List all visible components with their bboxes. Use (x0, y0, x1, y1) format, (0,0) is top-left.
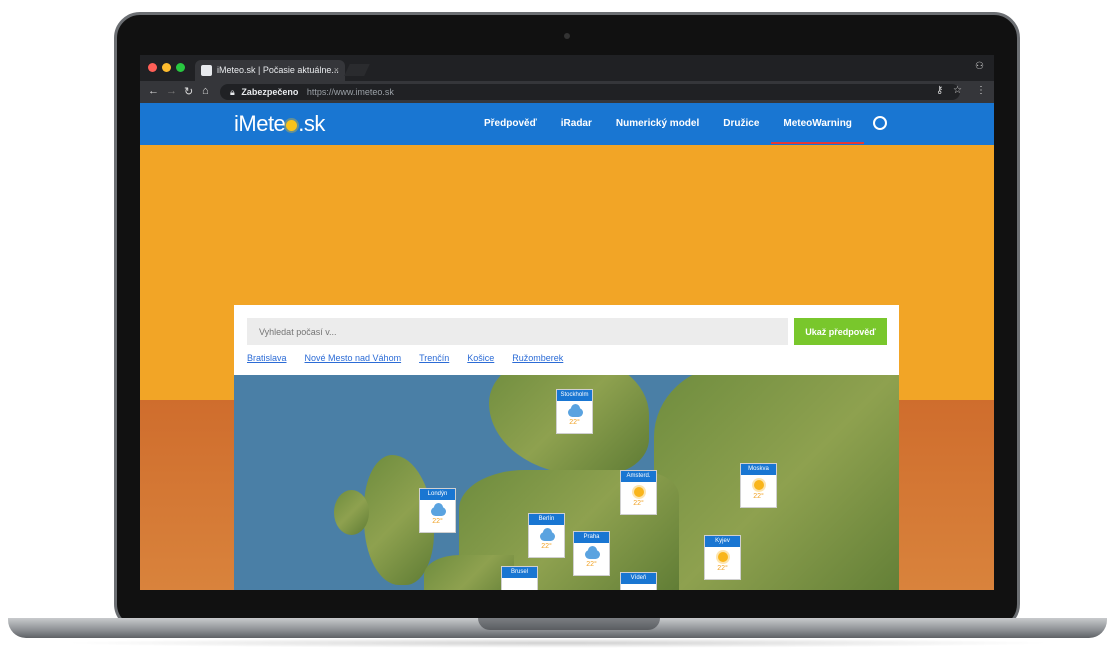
map-land-ireland (334, 490, 369, 535)
user-account-icon[interactable] (873, 116, 887, 130)
browser-tab[interactable]: iMeteo.sk | Počasie aktuálne... × (195, 60, 345, 81)
secure-label: Zabezpečeno (241, 87, 299, 97)
tab-close-icon[interactable]: × (334, 60, 339, 81)
home-icon[interactable]: ⌂ (202, 85, 209, 97)
city-temp: 22° (753, 493, 764, 500)
city-card-londyn[interactable]: Londýn 22° (419, 488, 456, 533)
city-card-moskva[interactable]: Moskva 22° (740, 463, 777, 508)
quick-link-nove-mesto[interactable]: Nové Mesto nad Váhom (305, 353, 402, 363)
forward-arrow-icon[interactable]: → (166, 85, 177, 97)
incognito-icon: ⚇ (975, 61, 984, 72)
city-name: Amsterd. (621, 471, 656, 482)
city-name: Vídeň (621, 573, 656, 584)
city-card-amsterdam[interactable]: Amsterd. 22° (620, 470, 657, 515)
sun-icon (631, 485, 647, 499)
city-card-viden[interactable]: Vídeň (620, 572, 657, 590)
window-maximize-dot[interactable] (176, 63, 185, 72)
reload-icon[interactable]: ↻ (184, 85, 193, 98)
city-card-kyjev[interactable]: Kyjev 22° (704, 535, 741, 580)
laptop-camera (564, 33, 570, 39)
location-search-input[interactable] (247, 318, 788, 345)
logo-text-right: .sk (298, 111, 325, 136)
main-nav: Předpověď iRadar Numerický model Družice… (472, 103, 864, 145)
city-temp: 22° (586, 561, 597, 568)
nav-numericky-model[interactable]: Numerický model (604, 103, 711, 145)
favicon-icon (201, 65, 212, 76)
city-temp: 22° (432, 518, 443, 525)
browser-toolbar: ← → ↻ ⌂ 🔒︎ Zabezpečeno https://www.imete… (140, 81, 994, 103)
city-name: Praha (574, 532, 609, 543)
nav-meteowarning[interactable]: MeteoWarning (771, 103, 864, 145)
laptop-base-notch (478, 618, 660, 630)
logo-text-left: iMete (234, 111, 286, 136)
nav-predpoved[interactable]: Předpověď (472, 103, 549, 145)
cloud-icon (567, 404, 583, 418)
city-name: Moskva (741, 464, 776, 475)
city-name: Kyjev (705, 536, 740, 547)
window-minimize-dot[interactable] (162, 63, 171, 72)
address-bar[interactable]: 🔒︎ Zabezpečeno https://www.imeteo.sk (220, 84, 960, 100)
quick-link-trencin[interactable]: Trenčín (419, 353, 449, 363)
key-icon[interactable]: ⚷ (936, 85, 943, 96)
hero-section: Ukaž předpověď Bratislava Nové Mesto nad… (140, 145, 994, 590)
cloud-icon (430, 503, 446, 517)
weather-map[interactable]: Stockholm 22° Londýn 22° Amsterd. 22° Mo… (234, 375, 899, 590)
laptop-shadow (60, 638, 1055, 648)
tab-title: iMeteo.sk | Počasie aktuálne... (217, 65, 339, 75)
quick-links: Bratislava Nové Mesto nad Váhom Trenčín … (247, 353, 581, 363)
city-name: Londýn (420, 489, 455, 500)
show-forecast-button[interactable]: Ukaž předpověď (794, 318, 887, 345)
city-card-brusel[interactable]: Brusel (501, 566, 538, 590)
city-card-berlin[interactable]: Berlín 22° (528, 513, 565, 558)
browser-tab-bar: iMeteo.sk | Počasie aktuálne... × ⚇ (140, 55, 994, 81)
city-temp: 22° (717, 565, 728, 572)
site-header: iMete .sk Předpověď iRadar Numerický mode… (140, 103, 994, 145)
search-card: Ukaž předpověď Bratislava Nové Mesto nad… (234, 305, 899, 375)
quick-link-kosice[interactable]: Košice (467, 353, 494, 363)
cloud-icon (584, 546, 600, 560)
quick-link-bratislava[interactable]: Bratislava (247, 353, 287, 363)
city-temp: 22° (569, 419, 580, 426)
star-icon[interactable]: ☆ (953, 85, 962, 96)
cloud-icon (539, 528, 555, 542)
site-logo[interactable]: iMete .sk (234, 111, 325, 137)
lock-icon: 🔒︎ (230, 87, 235, 97)
laptop-screen: iMeteo.sk | Počasie aktuálne... × ⚇ ← → … (140, 55, 994, 590)
city-card-stockholm[interactable]: Stockholm 22° (556, 389, 593, 434)
city-name: Stockholm (557, 390, 592, 401)
logo-sun-icon (286, 119, 298, 131)
sun-icon (715, 550, 731, 564)
new-tab-button[interactable] (344, 64, 370, 76)
city-card-praha[interactable]: Praha 22° (573, 531, 610, 576)
city-name: Brusel (502, 567, 537, 578)
window-close-dot[interactable] (148, 63, 157, 72)
sun-icon (751, 478, 767, 492)
url-text: https://www.imeteo.sk (306, 87, 394, 97)
city-temp: 22° (541, 543, 552, 550)
city-name: Berlín (529, 514, 564, 525)
nav-iradar[interactable]: iRadar (549, 103, 604, 145)
city-temp: 22° (633, 500, 644, 507)
nav-druzice[interactable]: Družice (711, 103, 771, 145)
menu-dots-icon[interactable]: ⋮ (976, 85, 986, 96)
quick-link-ruzomberok[interactable]: Ružomberek (512, 353, 563, 363)
back-arrow-icon[interactable]: ← (148, 85, 159, 97)
